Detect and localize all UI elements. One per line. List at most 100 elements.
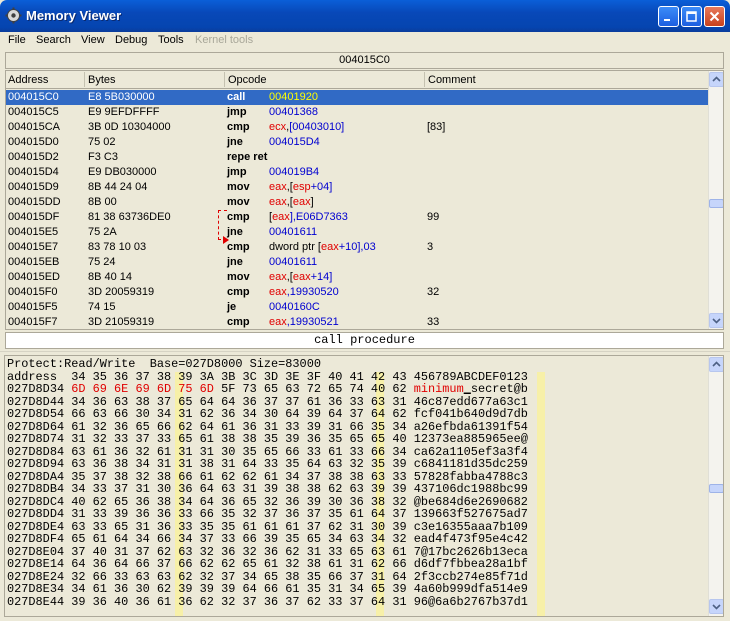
disassembler-row[interactable]: 004015E7 83 78 10 03 cmp dword ptr [eax+10]… xyxy=(6,240,709,255)
col-opcode[interactable]: Opcode xyxy=(228,74,267,86)
scroll-up-icon[interactable] xyxy=(709,357,723,372)
row-operands: 00401368 xyxy=(269,106,318,118)
menu-debug[interactable]: Debug xyxy=(115,34,147,46)
procedure-status: call procedure xyxy=(5,332,724,349)
splitter[interactable] xyxy=(0,351,730,354)
row-operands: 0040160C xyxy=(269,301,320,313)
hex-row[interactable]: 027D8D94 63 36 38 34 31 31 38 31 64 33 3… xyxy=(7,458,723,471)
row-opcode: mov xyxy=(227,196,250,208)
col-address[interactable]: Address xyxy=(8,74,48,86)
row-opcode: je xyxy=(227,301,237,313)
scroll-thumb[interactable] xyxy=(709,199,723,208)
disassembler-row[interactable]: 004015F7 3D 21059319 cmp eax,19930521 33 xyxy=(6,315,709,329)
row-address: 004015D0 xyxy=(8,136,59,148)
scroll-thumb[interactable] xyxy=(709,484,723,493)
col-comment[interactable]: Comment xyxy=(428,74,476,86)
menu-kernel-tools: Kernel tools xyxy=(195,34,254,46)
row-opcode: mov xyxy=(227,271,250,283)
disassembler-scrollbar[interactable] xyxy=(708,71,723,329)
row-bytes: E8 5B030000 xyxy=(88,91,155,103)
row-bytes: 75 2A xyxy=(88,226,117,238)
row-opcode: repe ret xyxy=(227,151,268,163)
hex-row[interactable]: 027D8D74 31 32 33 37 33 65 61 38 38 35 3… xyxy=(7,433,723,446)
row-bytes: 3B 0D 10304000 xyxy=(88,121,171,133)
row-bytes: 83 78 10 03 xyxy=(88,241,147,253)
row-bytes: E9 DB030000 xyxy=(88,166,157,178)
hex-rows: 027D8D34 6D 69 6E 69 6D 75 6D 5F 73 65 6… xyxy=(5,383,723,608)
disassembler-rows: 004015C0 E8 5B030000 call 00401920 004015C5 E… xyxy=(6,90,709,329)
close-button[interactable] xyxy=(704,6,725,27)
scroll-up-icon[interactable] xyxy=(709,72,723,87)
disassembler-row[interactable]: 004015DD 8B 00 mov eax,[eax] xyxy=(6,195,709,210)
current-address-bar[interactable]: 004015C0 xyxy=(5,52,724,69)
row-address: 004015CA xyxy=(8,121,60,133)
hex-row[interactable]: 027D8DF4 65 61 64 34 66 34 37 33 66 39 3… xyxy=(7,533,723,546)
row-bytes: 8B 40 14 xyxy=(88,271,133,283)
row-address: 004015D4 xyxy=(8,166,59,178)
col-bytes[interactable]: Bytes xyxy=(88,74,116,86)
menu-search[interactable]: Search xyxy=(36,34,71,46)
disassembler-row[interactable]: 004015EB 75 24 jne 00401611 xyxy=(6,255,709,270)
row-operands: 00401611 xyxy=(269,226,318,238)
disassembler-row[interactable]: 004015ED 8B 40 14 mov eax,[eax+14] xyxy=(6,270,709,285)
row-opcode: cmp xyxy=(227,286,250,298)
title-bar[interactable]: Memory Viewer xyxy=(0,0,730,32)
disassembler-row[interactable]: 004015D0 75 02 jne 004015D4 xyxy=(6,135,709,150)
hex-row[interactable]: 027D8D34 6D 69 6E 69 6D 75 6D 5F 73 65 6… xyxy=(7,383,723,396)
hex-row[interactable]: 027D8DB4 34 33 37 31 30 36 64 63 31 39 3… xyxy=(7,483,723,496)
row-bytes: 8B 00 xyxy=(88,196,117,208)
row-address: 004015DD xyxy=(8,196,61,208)
disassembler-row[interactable]: 004015F0 3D 20059319 cmp eax,19930520 32 xyxy=(6,285,709,300)
row-address: 004015D9 xyxy=(8,181,59,193)
row-opcode: jmp xyxy=(227,166,247,178)
hex-view[interactable]: Protect:Read/Write Base=027D8000 Size=83… xyxy=(4,355,724,617)
row-address: 004015E5 xyxy=(8,226,59,238)
hex-scrollbar[interactable] xyxy=(708,356,723,616)
disassembler-header: Address Bytes Opcode Comment xyxy=(6,71,709,89)
close-icon xyxy=(709,11,720,22)
menu-file[interactable]: File xyxy=(8,34,26,46)
jump-arrow-icon xyxy=(223,236,229,244)
row-address: 004015E7 xyxy=(8,241,59,253)
disassembler-row[interactable]: 004015C0 E8 5B030000 call 00401920 xyxy=(6,90,709,105)
hex-row[interactable]: 027D8D54 66 63 66 30 34 31 62 36 34 30 6… xyxy=(7,408,723,421)
row-opcode: call xyxy=(227,91,246,103)
row-bytes: F3 C3 xyxy=(88,151,118,163)
disassembler-row[interactable]: 004015F5 74 15 je 0040160C xyxy=(6,300,709,315)
maximize-button[interactable] xyxy=(681,6,702,27)
row-operands: 00401611 xyxy=(269,256,318,268)
row-operands: eax,[eax+14] xyxy=(269,271,333,283)
minimize-button[interactable] xyxy=(658,6,679,27)
hex-row[interactable]: 027D8E34 34 61 36 30 62 39 39 39 64 66 6… xyxy=(7,583,723,596)
row-bytes: 8B 44 24 04 xyxy=(88,181,148,193)
disassembler-row[interactable]: 004015D4 E9 DB030000 jmp 004019B4 xyxy=(6,165,709,180)
disassembler-row[interactable]: 004015C5 E9 9EFDFFFF jmp 00401368 xyxy=(6,105,709,120)
disassembler-row[interactable]: 004015E5 75 2A jne 00401611 xyxy=(6,225,709,240)
disassembler-row[interactable]: 004015CA 3B 0D 10304000 cmp ecx,[00403010] [… xyxy=(6,120,709,135)
row-address: 004015ED xyxy=(8,271,60,283)
row-bytes: 81 38 63736DE0 xyxy=(88,211,171,223)
row-address: 004015C0 xyxy=(8,91,59,103)
row-address: 004015EB xyxy=(8,256,60,268)
disassembler-row[interactable]: 004015D9 8B 44 24 04 mov eax,[esp+04] xyxy=(6,180,709,195)
hex-row[interactable]: 027D8E44 39 36 40 36 61 36 62 32 37 36 3… xyxy=(7,595,723,609)
row-address: 004015C5 xyxy=(8,106,59,118)
row-opcode: cmp xyxy=(227,211,250,223)
row-bytes: 74 15 xyxy=(88,301,116,313)
row-comment: [83] xyxy=(427,121,446,133)
scroll-down-icon[interactable] xyxy=(709,599,723,614)
row-opcode: cmp xyxy=(227,241,250,253)
menu-view[interactable]: View xyxy=(81,34,105,46)
row-bytes: E9 9EFDFFFF xyxy=(88,106,160,118)
row-address: 004015D2 xyxy=(8,151,59,163)
hex-row[interactable]: 027D8DD4 31 33 39 36 36 33 66 35 32 37 3… xyxy=(7,508,723,521)
scroll-down-icon[interactable] xyxy=(709,313,723,328)
row-comment: 99 xyxy=(427,211,440,223)
disassembler-row[interactable]: 004015DF 81 38 63736DE0 cmp [eax],E06D7363 9… xyxy=(6,210,709,225)
hex-row[interactable]: 027D8E14 64 36 64 66 37 66 62 62 65 61 3… xyxy=(7,558,723,571)
row-operands: 004015D4 xyxy=(269,136,320,148)
disassembler-view[interactable]: Address Bytes Opcode Comment 004015C0 E8 … xyxy=(5,70,724,330)
disassembler-row[interactable]: 004015D2 F3 C3 repe ret xyxy=(6,150,709,165)
menu-tools[interactable]: Tools xyxy=(158,34,184,46)
row-bytes: 75 02 xyxy=(88,136,116,148)
